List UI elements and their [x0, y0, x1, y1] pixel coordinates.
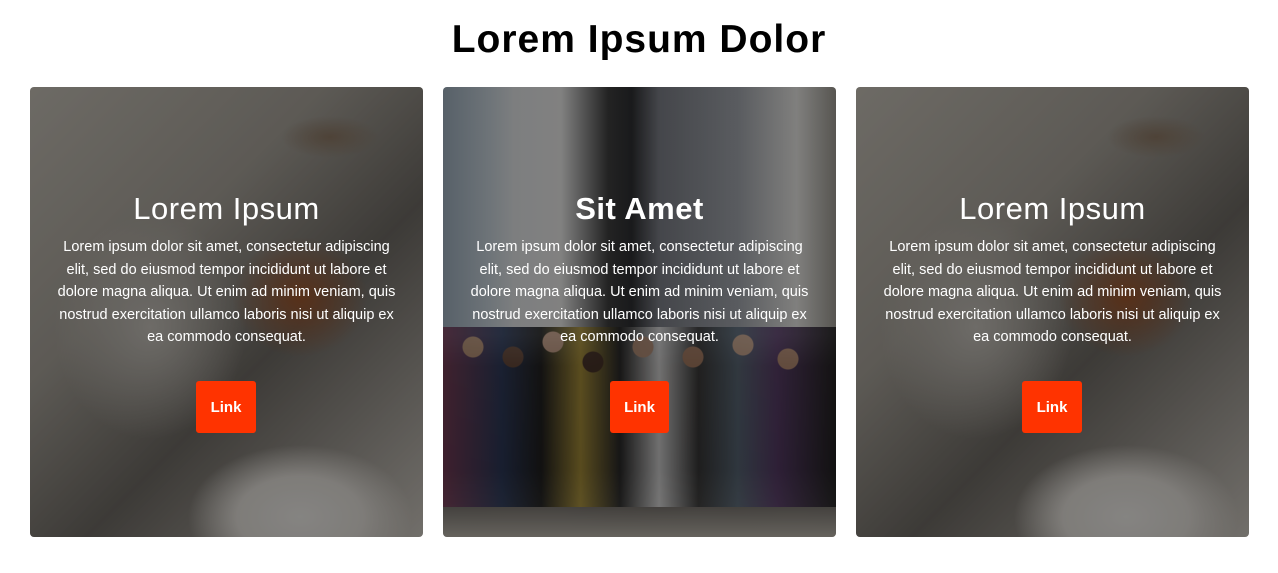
link-button[interactable]: Link [1022, 381, 1082, 433]
card-sewing-2: Lorem Ipsum Lorem ipsum dolor sit amet, … [856, 87, 1249, 537]
page-title: Lorem Ipsum Dolor [451, 18, 827, 61]
link-button[interactable]: Link [610, 381, 669, 433]
card-content: Sit Amet Lorem ipsum dolor sit amet, con… [443, 87, 836, 537]
card-sewing: Lorem Ipsum Lorem ipsum dolor sit amet, … [30, 87, 423, 537]
card-team: Sit Amet Lorem ipsum dolor sit amet, con… [443, 87, 836, 537]
link-button[interactable]: Link [196, 381, 256, 433]
card-content: Lorem Ipsum Lorem ipsum dolor sit amet, … [856, 87, 1249, 537]
card-title: Sit Amet [575, 191, 704, 226]
card-text: Lorem ipsum dolor sit amet, consectetur … [470, 239, 809, 345]
card-text: Lorem ipsum dolor sit amet, consectetur … [883, 239, 1222, 345]
card-content: Lorem Ipsum Lorem ipsum dolor sit amet, … [30, 87, 423, 537]
card-title: Lorem Ipsum [959, 191, 1146, 226]
card-title: Lorem Ipsum [133, 191, 320, 226]
card-text: Lorem ipsum dolor sit amet, consectetur … [57, 239, 396, 345]
